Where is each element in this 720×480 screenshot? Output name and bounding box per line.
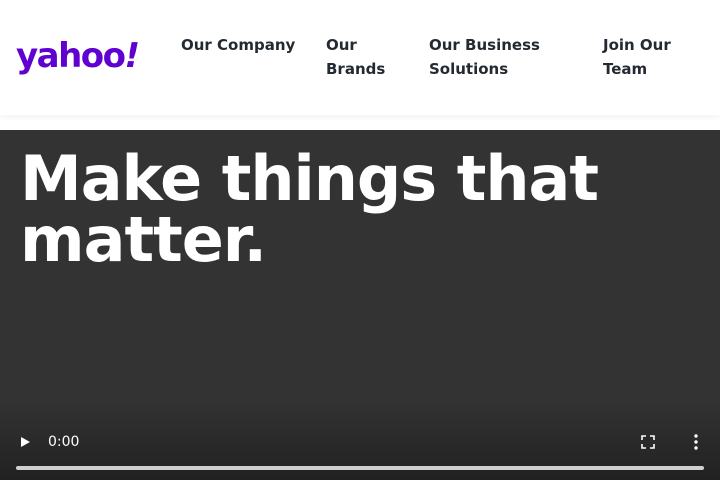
nav-label-line1: Our	[326, 36, 357, 54]
video-progress-bar[interactable]	[16, 466, 704, 470]
nav-join-our-team[interactable]: Join Our Team	[603, 33, 693, 81]
nav-our-company[interactable]: Our Company	[181, 33, 301, 57]
nav-our-business-solutions[interactable]: Our Business Solutions	[429, 33, 569, 81]
yahoo-logo[interactable]: yahoo!	[16, 36, 141, 76]
nav-label-line2: Solutions	[429, 60, 509, 78]
hero-video[interactable]: Make things that matter. 0:00	[0, 130, 720, 480]
hero-title-line2: matter.	[20, 203, 267, 276]
more-options-icon	[694, 434, 698, 450]
hero-title-line1: Make things that	[20, 142, 599, 215]
play-button[interactable]	[17, 432, 33, 452]
hero-title: Make things that matter.	[20, 142, 620, 276]
nav-label-line1: Our Business	[429, 36, 540, 54]
logo-bang: !	[124, 36, 141, 76]
nav-label-line1: Our Company	[181, 36, 296, 54]
fullscreen-button[interactable]	[638, 432, 658, 452]
header-spacer	[0, 115, 720, 130]
site-header: yahoo! Our Company Our Brands Our Busine…	[0, 0, 720, 115]
play-icon	[21, 437, 30, 447]
logo-text: yahoo	[16, 36, 126, 76]
video-current-time: 0:00	[48, 434, 80, 450]
nav-label-line2: Team	[603, 60, 648, 78]
nav-label-line2: Brands	[326, 60, 386, 78]
nav-label-line1: Join Our	[603, 36, 671, 54]
nav-our-brands[interactable]: Our Brands	[326, 33, 396, 81]
fullscreen-icon	[641, 435, 655, 449]
more-options-button[interactable]	[688, 432, 704, 452]
